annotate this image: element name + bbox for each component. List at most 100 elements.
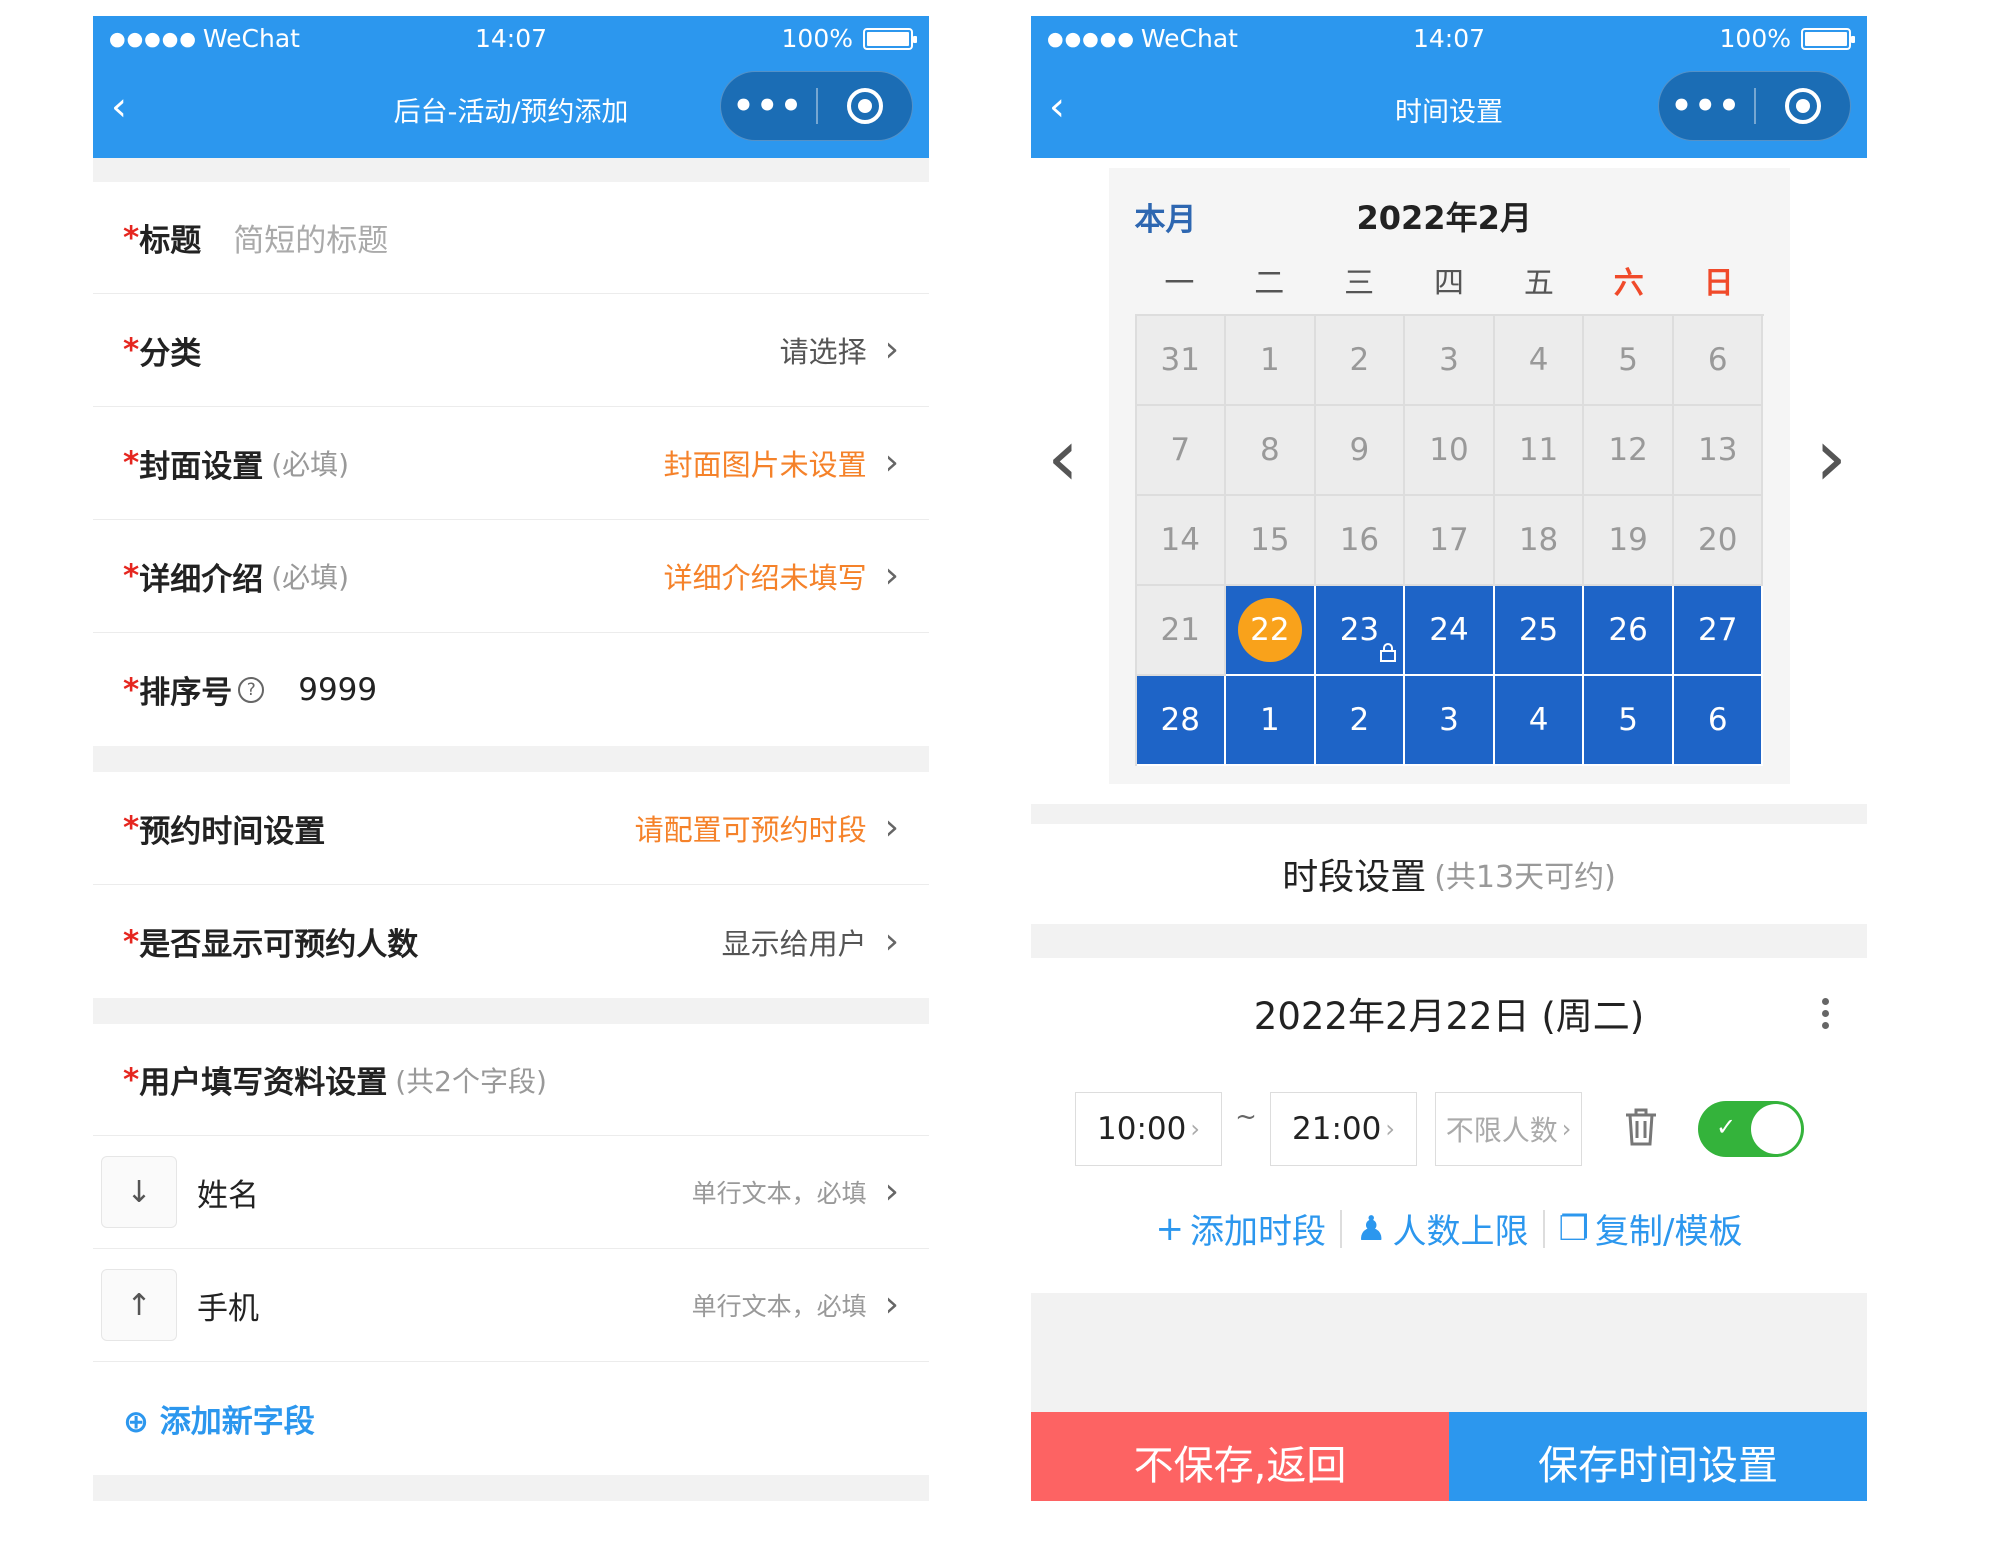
field-item[interactable]: ↑ 手机 单行文本，必填 › <box>93 1249 929 1362</box>
day-number: 4 <box>1528 702 1549 738</box>
status-bar: ●●●●● WeChat 14:07 100% <box>1031 16 1867 61</box>
show-count-row[interactable]: * 是否显示可预约人数 显示给用户 › <box>93 885 929 998</box>
calendar-day[interactable]: 2 <box>1315 676 1406 766</box>
detail-row[interactable]: * 详细介绍 (必填) 详细介绍未填写 › <box>93 520 929 633</box>
today-marker: 22 <box>1237 598 1302 662</box>
close-miniapp-button[interactable] <box>1756 85 1851 127</box>
day-number: 17 <box>1429 522 1469 558</box>
day-number: 18 <box>1518 522 1559 558</box>
booking-time-row[interactable]: * 预约时间设置 请配置可预约时段 › <box>93 772 929 885</box>
add-field-row[interactable]: ⊕ 添加新字段 <box>93 1362 929 1475</box>
calendar-day[interactable]: 1 <box>1226 316 1316 406</box>
calendar-day[interactable]: 31 <box>1136 316 1227 406</box>
calendar-day[interactable]: 12 <box>1584 406 1674 496</box>
end-time-picker[interactable]: 21:00 › <box>1270 1092 1417 1166</box>
slot-actions: + 添加时段 ♟ 人数上限 ❐ 复制/模板 <box>1031 1204 1867 1253</box>
calendar-day[interactable]: 3 <box>1405 676 1495 766</box>
calendar-day[interactable]: 6 <box>1673 316 1764 406</box>
calendar-day[interactable]: 17 <box>1405 496 1495 586</box>
calendar-day[interactable]: 6 <box>1673 676 1764 766</box>
calendar-day[interactable]: 23 <box>1315 586 1406 676</box>
title-row[interactable]: * 标题 简短的标题 <box>93 182 929 294</box>
calendar-section: 本月 2022年2月 一 二 三 四 五 六 日 31 1 2 3 4 5 6 7 8 9 10 11… <box>1031 158 1867 804</box>
weekday: 四 <box>1433 266 1464 301</box>
close-miniapp-button[interactable] <box>818 85 913 127</box>
calendar-day[interactable]: 13 <box>1673 406 1764 496</box>
arrow-up-icon[interactable]: ↑ <box>101 1269 177 1341</box>
calendar-day[interactable]: 22 <box>1226 586 1316 676</box>
slot-enabled-toggle[interactable]: ✓ <box>1698 1101 1804 1157</box>
sort-input[interactable]: 9999 <box>298 672 377 708</box>
calendar-day[interactable]: 4 <box>1494 316 1585 406</box>
next-month-icon[interactable]: › <box>1815 418 1847 498</box>
calendar-day[interactable]: 10 <box>1405 406 1495 496</box>
page-title: 后台-活动/预约添加 <box>393 97 629 128</box>
range-separator: ~ <box>1235 1102 1257 1132</box>
field-item[interactable]: ↓ 姓名 单行文本，必填 › <box>93 1136 929 1249</box>
required-mark: * <box>123 671 140 708</box>
category-value: 请选择 <box>779 335 867 369</box>
calendar-day[interactable]: 18 <box>1494 496 1585 586</box>
detail-label: 详细介绍 <box>139 561 264 598</box>
add-slot-button[interactable]: + 添加时段 <box>1156 1204 1327 1253</box>
arrow-down-icon[interactable]: ↓ <box>101 1156 177 1228</box>
calendar-day[interactable]: 16 <box>1315 496 1406 586</box>
calendar-day[interactable]: 1 <box>1226 676 1316 766</box>
calendar-day[interactable]: 4 <box>1494 676 1585 766</box>
weekday: 日 <box>1703 266 1734 301</box>
this-month-button[interactable]: 本月 <box>1135 194 1197 239</box>
detail-hint: (必填) <box>271 561 350 594</box>
back-icon[interactable]: ‹ <box>111 87 127 127</box>
calendar-day[interactable]: 26 <box>1584 586 1674 676</box>
more-vertical-icon[interactable] <box>1822 998 1829 1029</box>
cancel-button[interactable]: 不保存,返回 <box>1031 1412 1449 1501</box>
calendar-day[interactable]: 27 <box>1673 586 1764 676</box>
required-mark: * <box>123 923 140 960</box>
sort-row: * 排序号 ? 9999 <box>93 633 929 746</box>
show-count-value: 显示给用户 <box>721 926 867 961</box>
calendar-day[interactable]: 9 <box>1315 406 1406 496</box>
prev-month-icon[interactable]: ‹ <box>1047 418 1079 498</box>
calendar-day[interactable]: 28 <box>1136 676 1227 766</box>
more-button[interactable]: ••• <box>1659 71 1754 141</box>
calendar-day[interactable]: 20 <box>1673 496 1764 586</box>
calendar-day[interactable]: 14 <box>1136 496 1227 586</box>
calendar-day[interactable]: 25 <box>1494 586 1585 676</box>
title-input[interactable]: 简短的标题 <box>233 215 388 260</box>
calendar-day[interactable]: 7 <box>1136 406 1227 496</box>
trash-icon[interactable] <box>1622 1106 1660 1152</box>
show-count-label: 是否显示可预约人数 <box>139 927 419 963</box>
start-time-picker[interactable]: 10:00 › <box>1075 1092 1222 1166</box>
back-icon[interactable]: ‹ <box>1049 87 1065 127</box>
add-field-button[interactable]: ⊕ 添加新字段 <box>123 1396 315 1441</box>
miniapp-capsule: ••• <box>1658 71 1851 141</box>
help-icon[interactable]: ? <box>238 676 265 703</box>
chevron-right-icon: › <box>884 442 899 483</box>
calendar-day[interactable]: 5 <box>1584 316 1674 406</box>
capacity-limit-button[interactable]: ♟ 人数上限 <box>1356 1204 1528 1253</box>
calendar-day[interactable]: 15 <box>1226 496 1316 586</box>
start-time: 10:00 <box>1097 1111 1187 1147</box>
calendar-day[interactable]: 21 <box>1136 586 1227 676</box>
calendar-day[interactable]: 5 <box>1584 676 1674 766</box>
calendar-day[interactable]: 3 <box>1405 316 1495 406</box>
user-fields-count: (共2个字段) <box>395 1064 547 1098</box>
slots-title: 时段设置 <box>1282 857 1427 898</box>
category-row[interactable]: * 分类 请选择 › <box>93 294 929 407</box>
calendar-day[interactable]: 24 <box>1405 586 1495 676</box>
capacity-picker[interactable]: 不限人数 › <box>1435 1092 1582 1166</box>
weekday: 三 <box>1344 266 1375 301</box>
calendar-day[interactable]: 11 <box>1494 406 1585 496</box>
end-time: 21:00 <box>1292 1111 1382 1147</box>
day-slot-card: 2022年2月22日 (周二) 10:00 › ~ 21:00 › 不限人数 › ✓ <box>1031 958 1867 1293</box>
save-button[interactable]: 保存时间设置 <box>1449 1412 1867 1501</box>
cover-row[interactable]: * 封面设置 (必填) 封面图片未设置 › <box>93 407 929 520</box>
calendar-day[interactable]: 8 <box>1226 406 1316 496</box>
category-label: 分类 <box>139 335 202 372</box>
weekday: 六 <box>1613 266 1644 301</box>
copy-template-button[interactable]: ❐ 复制/模板 <box>1559 1204 1743 1253</box>
more-button[interactable]: ••• <box>721 71 816 141</box>
calendar-day[interactable]: 2 <box>1315 316 1406 406</box>
chevron-right-icon: › <box>1385 1115 1395 1143</box>
calendar-day[interactable]: 19 <box>1584 496 1674 586</box>
